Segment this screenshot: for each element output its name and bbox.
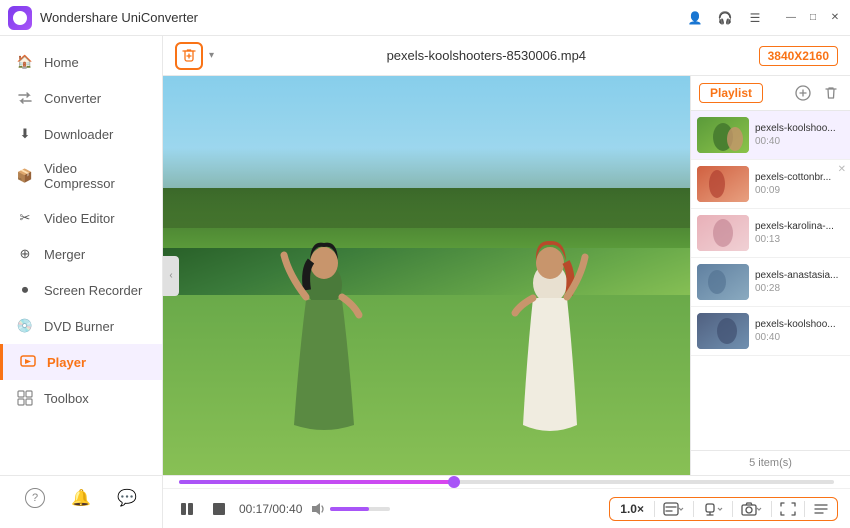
progress-thumb[interactable] — [448, 476, 460, 488]
home-icon: 🏠 — [16, 53, 34, 71]
notification-button[interactable]: 🔔 — [67, 484, 95, 512]
speed-button[interactable]: 1.0× — [614, 500, 650, 518]
volume-fill — [330, 507, 369, 511]
compressor-icon: 📦 — [16, 167, 34, 185]
playlist-item[interactable]: pexels-koolshoo... 00:40 — [691, 307, 850, 356]
playlist-item[interactable]: pexels-koolshoo... 00:40 — [691, 111, 850, 160]
time-display: 00:17/00:40 — [239, 502, 302, 516]
feedback-button[interactable]: 💬 — [113, 484, 141, 512]
playlist-actions — [792, 82, 842, 104]
sidebar-item-video-editor[interactable]: ✂ Video Editor — [0, 200, 162, 236]
editor-icon: ✂ — [16, 209, 34, 227]
close-button[interactable]: ✕ — [828, 11, 842, 25]
audio-track-button[interactable] — [698, 500, 728, 518]
help-icon: ? — [25, 488, 45, 508]
right-controls-group: 1.0× — [609, 497, 838, 521]
add-file-button[interactable] — [175, 42, 203, 70]
progress-row — [163, 475, 850, 488]
playlist-item-5-info: pexels-koolshoo... 00:40 — [755, 319, 844, 343]
video-frame — [163, 76, 690, 475]
fullscreen-button[interactable] — [776, 500, 800, 518]
playlist-items: pexels-koolshoo... 00:40 pexels-cottonbr… — [691, 111, 850, 450]
playlist-item[interactable]: pexels-karolina-... 00:13 — [691, 209, 850, 258]
dvd-burner-icon: 💿 — [16, 317, 34, 335]
pause-button[interactable] — [175, 497, 199, 521]
sidebar-item-video-compressor[interactable]: 📦 Video Compressor — [0, 152, 162, 200]
sidebar-item-dvd-burner[interactable]: 💿 DVD Burner — [0, 308, 162, 344]
controls-row: 00:17/00:40 1.0× — [163, 488, 850, 528]
playlist-thumb-5 — [697, 313, 749, 349]
sidebar-item-player[interactable]: Player — [0, 344, 162, 380]
volume-slider[interactable] — [330, 507, 390, 511]
sidebar: 🏠 Home Converter ⬇ Downloader 📦 Video Co… — [0, 36, 163, 528]
progress-bar[interactable] — [179, 480, 834, 484]
playlist-panel: Playlist — [690, 76, 850, 475]
sidebar-item-converter[interactable]: Converter — [0, 80, 162, 116]
screen-recorder-icon: ⏺ — [16, 281, 34, 299]
playlist-thumb-3 — [697, 215, 749, 251]
grass-bg — [163, 295, 690, 475]
maximize-button[interactable]: □ — [806, 11, 820, 25]
playlist-toggle-button[interactable] — [809, 500, 833, 518]
title-bar: Wondershare UniConverter 👤 🎧 ☰ — □ ✕ — [0, 0, 850, 36]
bell-icon: 🔔 — [71, 488, 91, 508]
feedback-icon: 💬 — [117, 488, 137, 508]
app-title: Wondershare UniConverter — [40, 10, 198, 25]
sidebar-item-home[interactable]: 🏠 Home — [0, 44, 162, 80]
playlist-thumb-2 — [697, 166, 749, 202]
profile-button[interactable]: 👤 — [686, 9, 704, 27]
playlist-collapse-handle[interactable]: ‹ — [163, 256, 179, 296]
girl-left-figure — [279, 225, 369, 435]
girl-right-figure — [505, 225, 595, 435]
menu-button[interactable]: ☰ — [746, 9, 764, 27]
progress-fill — [179, 480, 454, 484]
screenshot-button[interactable] — [737, 500, 767, 518]
volume-section — [310, 501, 390, 517]
sidebar-item-merger[interactable]: ⊕ Merger — [0, 236, 162, 272]
playlist-item-1-info: pexels-koolshoo... 00:40 — [755, 123, 844, 147]
title-bar-left: Wondershare UniConverter — [8, 6, 198, 30]
add-dropdown-chevron[interactable]: ▾ — [209, 50, 214, 61]
toolbox-icon — [16, 389, 34, 407]
sidebar-item-screen-recorder[interactable]: ⏺ Screen Recorder — [0, 272, 162, 308]
playlist-item[interactable]: pexels-cottonbr... 00:09 ✕ — [691, 160, 850, 209]
caption-button[interactable] — [659, 500, 689, 518]
resolution-badge: 3840X2160 — [759, 46, 838, 66]
playlist-count: 5 item(s) — [691, 450, 850, 475]
window-buttons: — □ ✕ — [784, 11, 842, 25]
treeline — [163, 148, 690, 228]
headset-button[interactable]: 🎧 — [716, 9, 734, 27]
delete-playlist-button[interactable] — [820, 82, 842, 104]
video-playlist-row: ‹ Playlist — [163, 76, 850, 475]
merger-icon: ⊕ — [16, 245, 34, 263]
volume-icon[interactable] — [310, 501, 326, 517]
playlist-item-4-info: pexels-anastasia... 00:28 — [755, 270, 844, 294]
converter-icon — [16, 89, 34, 107]
video-header: ▾ pexels-koolshooters-8530006.mp4 3840X2… — [163, 36, 850, 76]
sidebar-item-downloader[interactable]: ⬇ Downloader — [0, 116, 162, 152]
video-header-left: ▾ — [175, 42, 214, 70]
sidebar-item-toolbox[interactable]: Toolbox — [0, 380, 162, 416]
title-bar-right: 👤 🎧 ☰ — □ ✕ — [686, 9, 842, 27]
playlist-item[interactable]: pexels-anastasia... 00:28 — [691, 258, 850, 307]
playlist-header: Playlist — [691, 76, 850, 111]
playlist-item-2-info: pexels-cottonbr... 00:09 — [755, 172, 844, 196]
remove-playlist-item-button[interactable]: ✕ — [838, 164, 846, 175]
stop-button[interactable] — [207, 497, 231, 521]
help-button[interactable]: ? — [21, 484, 49, 512]
content-area: ▾ pexels-koolshooters-8530006.mp4 3840X2… — [163, 36, 850, 528]
player-icon — [19, 353, 37, 371]
app-logo — [8, 6, 32, 30]
playlist-tab[interactable]: Playlist — [699, 83, 763, 103]
video-player[interactable]: ‹ — [163, 76, 690, 475]
playlist-thumb-4 — [697, 264, 749, 300]
add-to-playlist-button[interactable] — [792, 82, 814, 104]
playlist-item-3-info: pexels-karolina-... 00:13 — [755, 221, 844, 245]
downloader-icon: ⬇ — [16, 125, 34, 143]
main-layout: 🏠 Home Converter ⬇ Downloader 📦 Video Co… — [0, 36, 850, 528]
minimize-button[interactable]: — — [784, 11, 798, 25]
video-filename: pexels-koolshooters-8530006.mp4 — [387, 48, 586, 63]
playlist-thumb-1 — [697, 117, 749, 153]
